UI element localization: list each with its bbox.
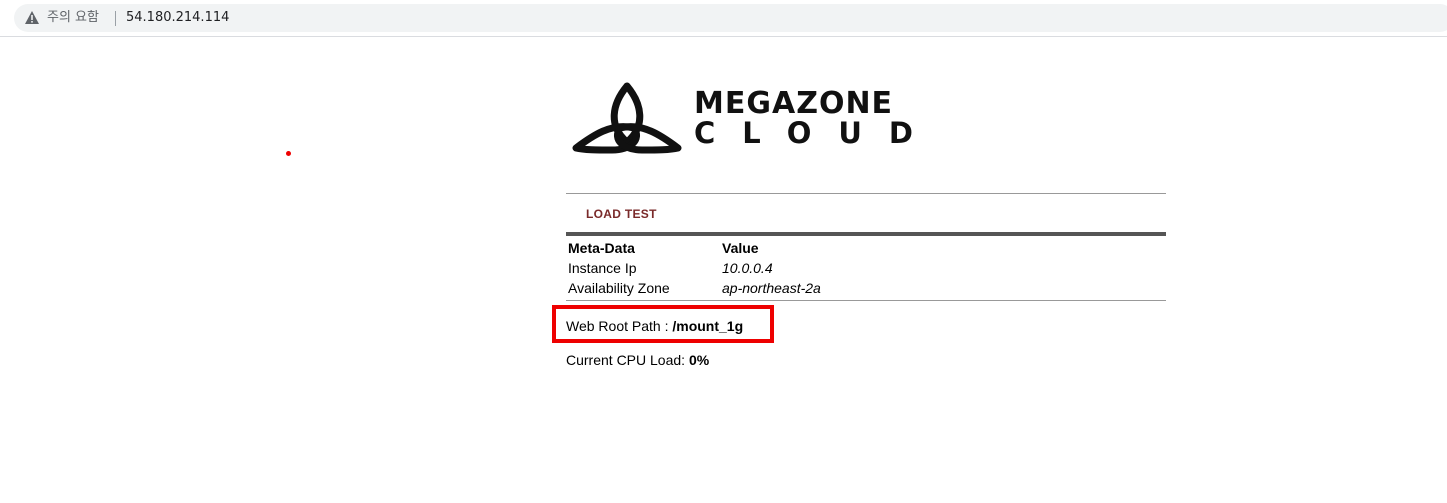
cpu-load: Current CPU Load: 0% <box>566 352 709 368</box>
browser-toolbar: 주의 요함 54.180.214.114 <box>0 0 1447 37</box>
logo-line-megazone: MEGAZONE <box>694 86 894 121</box>
metadata-table: Meta-Data Value Instance Ip 10.0.0.4 Ava… <box>566 236 1166 298</box>
address-bar[interactable]: 주의 요함 54.180.214.114 <box>14 4 1447 32</box>
section-title: LOAD TEST <box>586 207 657 221</box>
security-status-label[interactable]: 주의 요함 <box>47 10 99 26</box>
load-test-panel: LOAD TEST Meta-Data Value Instance Ip 10… <box>566 193 1166 301</box>
column-header-value: Value <box>722 240 759 256</box>
web-root-value: /mount_1g <box>672 318 744 334</box>
table-header-row: Meta-Data Value <box>566 236 1166 258</box>
address-separator <box>115 11 116 26</box>
row-value-instance-ip: 10.0.0.4 <box>722 260 773 276</box>
cpu-load-label: Current CPU Load: <box>566 352 689 368</box>
table-row: Availability Zone ap-northeast-2a <box>566 278 1166 298</box>
triquetra-logo-icon <box>572 82 682 154</box>
row-key-availability-zone: Availability Zone <box>568 280 670 296</box>
bottom-divider <box>566 300 1166 301</box>
cursor-marker-dot <box>286 151 291 156</box>
column-header-metadata: Meta-Data <box>568 240 635 256</box>
cpu-load-value: 0% <box>688 352 710 368</box>
megazone-cloud-logo: MEGAZONE CLOUD <box>572 82 962 154</box>
row-key-instance-ip: Instance Ip <box>568 260 637 276</box>
row-value-availability-zone: ap-northeast-2a <box>722 280 821 296</box>
logo-line-cloud: CLOUD <box>694 116 941 150</box>
warning-triangle-icon[interactable] <box>25 11 39 24</box>
table-row: Instance Ip 10.0.0.4 <box>566 258 1166 278</box>
logo-wordmark: MEGAZONE CLOUD <box>694 86 941 150</box>
url-text[interactable]: 54.180.214.114 <box>126 10 229 26</box>
web-root-label: Web Root Path : <box>566 318 673 334</box>
web-root-path: Web Root Path : /mount_1g <box>566 318 743 334</box>
